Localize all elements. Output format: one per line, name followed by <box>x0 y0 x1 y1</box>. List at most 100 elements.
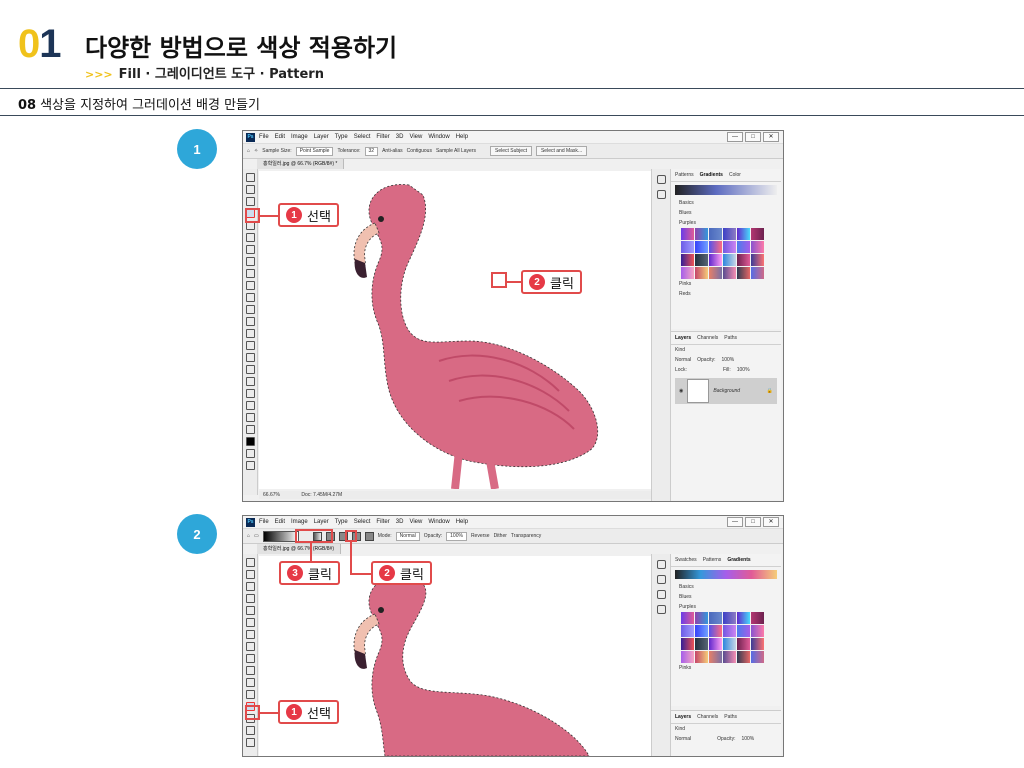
purple-gradient-swatches[interactable] <box>681 612 781 663</box>
tab-gradients[interactable]: Gradients <box>727 557 750 563</box>
brush-tool-icon[interactable] <box>245 654 255 663</box>
folder-reds[interactable]: Reds <box>671 289 781 299</box>
close-button[interactable]: ✕ <box>763 132 779 142</box>
eyedropper-tool-icon[interactable] <box>245 630 255 639</box>
menu-image[interactable]: Image <box>291 519 308 525</box>
tab-color[interactable]: Color <box>729 172 741 178</box>
document-tab[interactable]: 홍학일러.jpg @ 66.7% (RGB/8#) <box>257 544 341 554</box>
lasso-tool-icon[interactable] <box>245 582 255 591</box>
menu-select[interactable]: Select <box>354 134 371 140</box>
lasso-tool-icon[interactable] <box>245 197 255 206</box>
tolerance-input[interactable]: 32 <box>364 146 379 156</box>
select-and-mask-button[interactable]: Select and Mask... <box>535 146 588 156</box>
opacity-value[interactable]: 100% <box>741 736 754 742</box>
dodge-tool-icon[interactable] <box>245 341 255 350</box>
pen-tool-icon[interactable] <box>245 738 255 747</box>
marquee-tool-icon[interactable] <box>245 570 255 579</box>
menu-layer[interactable]: Layer <box>314 519 329 525</box>
folder-purples[interactable]: Purples <box>671 218 781 228</box>
history-panel-icon[interactable] <box>656 175 666 184</box>
folder-blues[interactable]: Blues <box>671 592 781 602</box>
close-button[interactable]: ✕ <box>763 517 779 527</box>
frame-tool-icon[interactable] <box>245 233 255 242</box>
foreground-color-swatch[interactable] <box>245 437 255 446</box>
select-subject-button[interactable]: Select Subject <box>490 146 532 156</box>
tab-paths[interactable]: Paths <box>724 335 737 341</box>
home-icon[interactable]: ⌂ <box>247 148 250 154</box>
quick-mask-icon[interactable] <box>245 449 255 458</box>
paragraph-panel-icon[interactable] <box>656 605 666 614</box>
menu-file[interactable]: File <box>259 519 269 525</box>
home-icon[interactable]: ⌂ <box>247 533 250 539</box>
layer-filter-kind[interactable]: Kind <box>671 724 781 734</box>
sample-size-select[interactable]: Point Sample <box>295 146 334 156</box>
history-panel-icon[interactable] <box>656 560 666 569</box>
tab-patterns[interactable]: Patterns <box>675 172 694 178</box>
purple-gradient-swatches[interactable] <box>681 228 781 279</box>
menu-layer[interactable]: Layer <box>314 134 329 140</box>
gradient-picker[interactable] <box>262 530 299 542</box>
menu-filter[interactable]: Filter <box>376 519 389 525</box>
tab-swatches[interactable]: Swatches <box>675 557 697 563</box>
shape-tool-icon[interactable] <box>245 389 255 398</box>
document-canvas[interactable] <box>259 556 651 756</box>
glyphs-panel-icon[interactable] <box>656 590 666 599</box>
tab-channels[interactable]: Channels <box>697 335 718 341</box>
zoom-tool-icon[interactable] <box>245 413 255 422</box>
brush-tool-icon[interactable] <box>245 269 255 278</box>
menu-3d[interactable]: 3D <box>396 134 404 140</box>
menu-edit[interactable]: Edit <box>275 519 285 525</box>
path-select-icon[interactable] <box>245 377 255 386</box>
tab-gradients[interactable]: Gradients <box>700 172 723 178</box>
tab-layers[interactable]: Layers <box>675 335 691 341</box>
opacity-value[interactable]: 100% <box>721 357 734 363</box>
tab-layers[interactable]: Layers <box>675 714 691 720</box>
menu-view[interactable]: View <box>409 519 422 525</box>
gradient-tool-icon[interactable]: ▭ <box>254 533 259 539</box>
minimize-button[interactable]: — <box>727 132 743 142</box>
history-brush-icon[interactable] <box>245 293 255 302</box>
crop-tool-icon[interactable] <box>245 606 255 615</box>
menu-help[interactable]: Help <box>456 519 468 525</box>
history-brush-icon[interactable] <box>245 678 255 687</box>
menu-help[interactable]: Help <box>456 134 468 140</box>
move-tool-icon[interactable] <box>245 558 255 567</box>
dither-checkbox[interactable]: Dither <box>494 533 507 539</box>
magic-wand-tool-icon[interactable]: ✧ <box>254 148 258 154</box>
folder-blues[interactable]: Blues <box>671 208 781 218</box>
eraser-tool-icon[interactable] <box>245 690 255 699</box>
eraser-tool-icon[interactable] <box>245 305 255 314</box>
tab-patterns[interactable]: Patterns <box>703 557 722 563</box>
folder-purples[interactable]: Purples <box>671 602 781 612</box>
marquee-tool-icon[interactable] <box>245 185 255 194</box>
blend-mode-select[interactable]: Normal <box>675 357 691 363</box>
blend-mode-select[interactable]: Normal <box>675 736 691 742</box>
frame-tool-icon[interactable] <box>245 618 255 627</box>
screen-mode-icon[interactable] <box>245 461 255 470</box>
tab-channels[interactable]: Channels <box>697 714 718 720</box>
visibility-eye-icon[interactable]: ◉ <box>679 388 683 394</box>
folder-pinks[interactable]: Pinks <box>671 663 781 673</box>
stamp-tool-icon[interactable] <box>245 666 255 675</box>
gradient-tool-icon[interactable] <box>245 317 255 326</box>
menu-file[interactable]: File <box>259 134 269 140</box>
reverse-checkbox[interactable]: Reverse <box>471 533 490 539</box>
tab-paths[interactable]: Paths <box>724 714 737 720</box>
layer-filter-kind[interactable]: Kind <box>671 345 781 355</box>
menu-3d[interactable]: 3D <box>396 519 404 525</box>
blur-tool-icon[interactable] <box>245 329 255 338</box>
menu-window[interactable]: Window <box>428 134 449 140</box>
antialias-checkbox[interactable]: Anti-alias <box>382 148 403 154</box>
move-tool-icon[interactable] <box>245 173 255 182</box>
magic-wand-tool-icon[interactable] <box>245 594 255 603</box>
menu-filter[interactable]: Filter <box>376 134 389 140</box>
folder-basics[interactable]: Basics <box>671 582 781 592</box>
hand-tool-icon[interactable] <box>245 401 255 410</box>
menu-edit[interactable]: Edit <box>275 134 285 140</box>
mode-select[interactable]: Normal <box>395 531 420 541</box>
eyedropper-tool-icon[interactable] <box>245 245 255 254</box>
menu-image[interactable]: Image <box>291 134 308 140</box>
contiguous-checkbox[interactable]: Contiguous <box>407 148 432 154</box>
type-tool-icon[interactable] <box>245 365 255 374</box>
sample-all-layers-checkbox[interactable]: Sample All Layers <box>436 148 476 154</box>
